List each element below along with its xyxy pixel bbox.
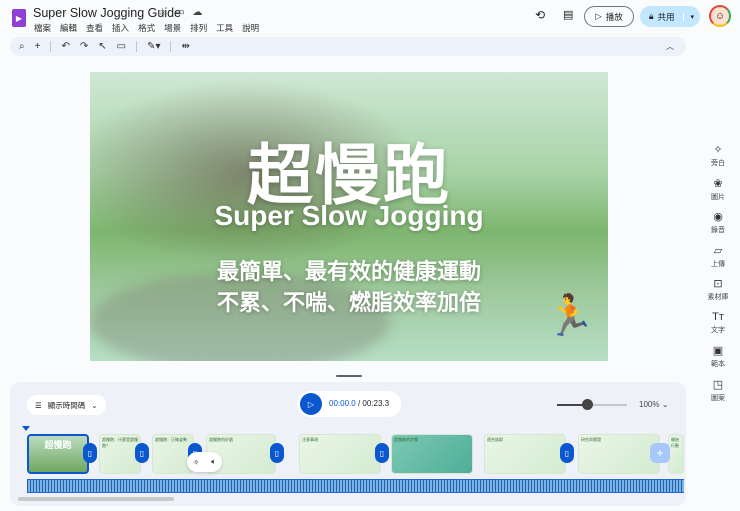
move-folder-icon[interactable]: ▭ [175,7,184,18]
app-logo[interactable]: ▶ [12,9,26,27]
history-icon[interactable]: ⟲ [535,8,545,22]
zoom-slider-knob[interactable] [582,399,593,410]
side-item-6[interactable]: Tт 文字 [700,311,736,335]
slide-subtitle: Super Slow Jogging [214,200,484,231]
menu-item[interactable]: 格式 [138,22,155,34]
audio-icon[interactable]: 🔈︎ [211,457,216,467]
text-icon: Tт [712,310,724,323]
collapse-icon[interactable]: ︿ [666,41,674,52]
narration-icon[interactable]: ✧ [193,458,200,467]
side-item-7[interactable]: ▣ 範本 [700,344,736,369]
avatar[interactable]: ☺ [709,5,731,27]
toolbar: ⌕ + ↶ ↷ ↖ ▭ ✎▾ ⇹ ︿ [10,37,686,56]
search-icon[interactable]: ⌕ [19,41,25,52]
share-button[interactable]: 🔒︎ 共用 ▾ [640,6,700,27]
pen-icon[interactable]: ✎▾ [147,41,160,52]
transition-button[interactable]: ▯ [135,443,149,463]
slide-line-1: 最簡單、最有效的健康運動 [216,259,481,284]
record-icon: ◉ [713,211,723,223]
side-item-2[interactable]: ❀ 圖片 [700,177,736,202]
timeline-play-button[interactable]: ▷ [300,393,322,415]
lock-icon: 🔒︎ [649,11,654,21]
zoom-level[interactable]: 100% ⌄ [639,400,668,409]
timecode-toggle[interactable]: ☰ 顯示時間碼 ⌄ [27,395,106,415]
shapes-icon: ◳ [712,378,724,391]
scene-thumbnail[interactable]: 超慢跑的步驟 [391,434,473,474]
horizontal-scrollbar[interactable] [18,497,174,501]
menu-item[interactable]: 排列 [190,22,207,34]
slide-line-2: 不累、不喘、燃脂效率加倍 [216,290,481,315]
play-icon: ▷ [595,11,602,21]
add-scene-button[interactable]: + [650,443,670,463]
redo-icon[interactable]: ↷ [80,41,88,52]
share-dropdown-icon[interactable]: ▾ [683,12,700,21]
play-button[interactable]: ▷ 播放 [584,6,634,27]
scene-actions: ✧ 🔈︎ [187,452,222,472]
resize-handle[interactable] [336,375,362,377]
template-icon: ▣ [712,345,724,357]
add-icon[interactable]: + [35,41,41,52]
menu-bar: 檔案 編輯 查看 插入 格式 場景 排列 工具 說明 [34,22,259,34]
menu-item[interactable]: 編輯 [60,22,77,34]
undo-icon[interactable]: ↶ [61,41,69,52]
image-icon[interactable]: ▭ [117,41,126,52]
time-readout: 00:00.0 / 00:23.3 [329,399,390,408]
menu-item[interactable]: 檔案 [34,22,51,34]
folder-icon: ▱ [713,244,723,257]
slide-canvas[interactable]: 超慢跑 Super Slow Jogging 最簡單、最有效的健康運動 不累、不… [90,72,608,361]
side-item-5[interactable]: ⊡ 素材庫 [700,277,736,302]
image-icon: ❀ [713,177,723,190]
scene-thumbnail[interactable]: 開始行動 [668,434,684,474]
menu-item[interactable]: 說明 [242,22,259,34]
scene-thumbnail[interactable]: 超慢跑 [27,434,89,474]
menu-item[interactable]: 工具 [216,22,233,34]
menu-item[interactable]: 查看 [86,22,103,34]
chevron-down-icon: ⌄ [91,400,98,410]
side-item-1[interactable]: ✧ 旁白 [700,143,736,168]
transition-button[interactable]: ▯ [83,443,97,463]
runner-icon: 🏃 [545,294,595,338]
menu-item[interactable]: 場景 [164,22,181,34]
comments-icon[interactable]: ▤ [563,8,573,21]
scene-thumbnail[interactable]: 注意事項 [299,434,381,474]
scene-thumbnail[interactable]: 研究與實證 [578,434,660,474]
side-item-3[interactable]: ◉ 錄音 [700,210,736,235]
side-item-4[interactable]: ▱ 上傳 [700,244,736,269]
timecode-icon: ☰ [35,400,42,410]
transition-button[interactable]: ▯ [270,443,284,463]
transition-button[interactable]: ▯ [375,443,389,463]
star-icon[interactable]: ☆ [158,7,167,18]
sparkle-icon: ✧ [713,144,723,156]
playhead[interactable] [22,426,30,431]
menu-item[interactable]: 插入 [112,22,129,34]
select-icon[interactable]: ↖ [98,41,106,52]
library-icon: ⊡ [713,278,723,290]
scene-thumbnail[interactable]: 適合族群 [484,434,566,474]
cloud-icon[interactable]: ☁ [192,7,202,18]
align-icon[interactable]: ⇹ [181,41,189,52]
audio-track[interactable] [27,479,684,493]
transition-button[interactable]: ▯ [560,443,574,463]
side-item-8[interactable]: ◳ 圖案 [700,378,736,403]
